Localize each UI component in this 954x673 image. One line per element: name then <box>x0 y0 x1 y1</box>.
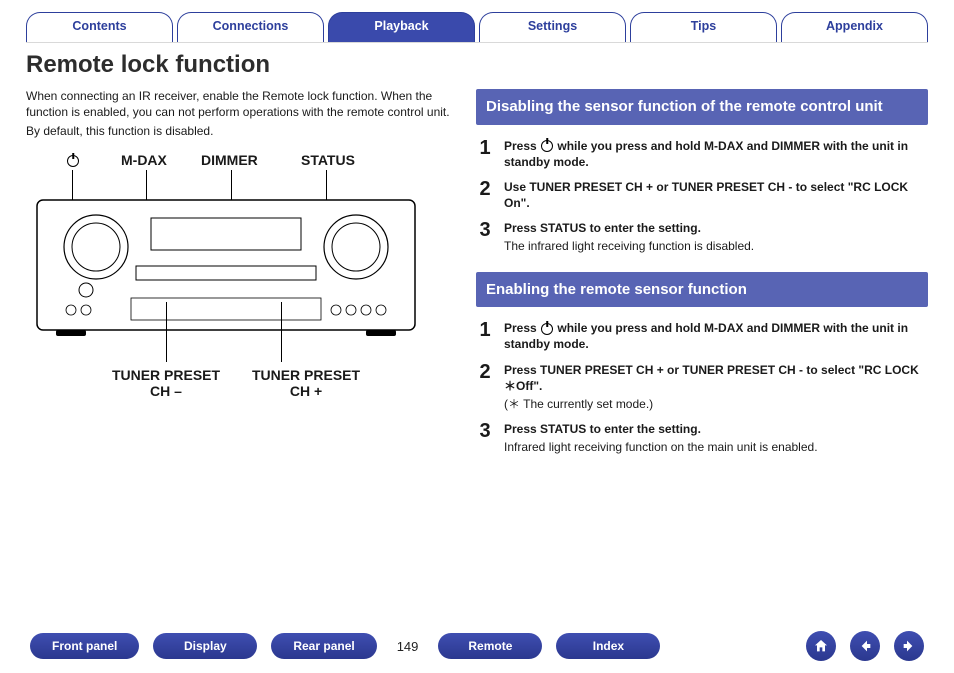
link-index[interactable]: Index <box>556 633 660 659</box>
step-b2: 2 Press TUNER PRESET CH + or TUNER PRESE… <box>476 359 928 416</box>
link-display[interactable]: Display <box>153 633 257 659</box>
power-icon <box>541 140 553 152</box>
step-b1: 1 Press while you press and hold M-DAX a… <box>476 317 928 355</box>
step-num: 1 <box>476 138 494 170</box>
top-tabs: Contents Connections Playback Settings T… <box>26 12 928 43</box>
intro-text: When connecting an IR receiver, enable t… <box>26 88 456 140</box>
link-front-panel[interactable]: Front panel <box>30 633 139 659</box>
step-num: 3 <box>476 421 494 455</box>
page-title: Remote lock function <box>26 51 928 79</box>
receiver-svg <box>36 192 416 337</box>
step-num: 3 <box>476 220 494 254</box>
tab-settings[interactable]: Settings <box>479 12 626 42</box>
tab-playback[interactable]: Playback <box>328 12 475 42</box>
home-button[interactable] <box>806 631 836 661</box>
bottom-bar: Front panel Display Rear panel 149 Remot… <box>0 631 954 661</box>
label-preset-minus: TUNER PRESETCH – <box>96 367 236 399</box>
intro-line-2: By default, this function is disabled. <box>26 123 456 139</box>
step-b3: 3 Press STATUS to enter the setting.Infr… <box>476 418 928 458</box>
step-a1: 1 Press while you press and hold M-DAX a… <box>476 135 928 173</box>
steps-disable: 1 Press while you press and hold M-DAX a… <box>476 135 928 258</box>
arrow-right-icon <box>901 638 917 654</box>
label-status: STATUS <box>301 152 355 168</box>
intro-line-1: When connecting an IR receiver, enable t… <box>26 88 456 120</box>
tab-connections[interactable]: Connections <box>177 12 324 42</box>
power-icon <box>541 323 553 335</box>
section-header-enable: Enabling the remote sensor function <box>476 272 928 308</box>
steps-enable: 1 Press while you press and hold M-DAX a… <box>476 317 928 458</box>
step-a3: 3 Press STATUS to enter the setting.The … <box>476 217 928 257</box>
step-num: 1 <box>476 320 494 352</box>
label-preset-plus: TUNER PRESETCH + <box>236 367 376 399</box>
step-a2: 2 Use TUNER PRESET CH + or TUNER PRESET … <box>476 176 928 214</box>
page-number: 149 <box>397 639 419 654</box>
label-power <box>66 152 80 168</box>
device-illustration: M-DAX DIMMER STATUS <box>26 152 456 442</box>
tab-appendix[interactable]: Appendix <box>781 12 928 42</box>
section-header-disable: Disabling the sensor function of the rem… <box>476 89 928 125</box>
link-remote[interactable]: Remote <box>438 633 542 659</box>
tab-contents[interactable]: Contents <box>26 12 173 42</box>
arrow-left-icon <box>857 638 873 654</box>
home-icon <box>813 638 829 654</box>
label-dimmer: DIMMER <box>201 152 258 168</box>
link-rear-panel[interactable]: Rear panel <box>271 633 376 659</box>
power-icon <box>67 155 79 167</box>
tab-tips[interactable]: Tips <box>630 12 777 42</box>
step-num: 2 <box>476 179 494 211</box>
next-page-button[interactable] <box>894 631 924 661</box>
prev-page-button[interactable] <box>850 631 880 661</box>
label-mdax: M-DAX <box>121 152 167 168</box>
step-num: 2 <box>476 362 494 413</box>
